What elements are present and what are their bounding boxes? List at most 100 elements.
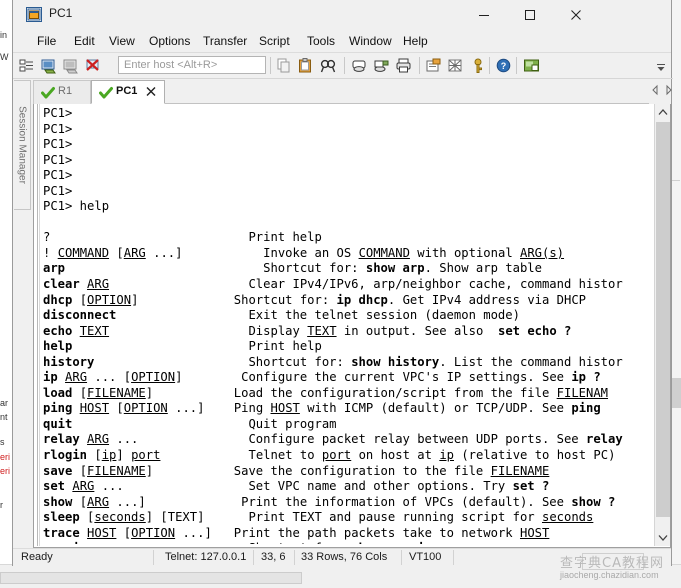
terminal-text: ip — [102, 448, 117, 462]
key-icon[interactable] — [469, 57, 487, 75]
status-divider — [253, 550, 254, 565]
session-options-icon[interactable] — [425, 57, 443, 75]
background-scroll-tick — [671, 180, 680, 181]
terminal-text: PC1> — [43, 153, 72, 167]
menu-item-transfer[interactable]: Transfer — [197, 33, 253, 49]
toolbar-separator — [270, 57, 271, 74]
tab-scroll-prev-icon[interactable] — [650, 83, 660, 95]
terminal-text: OPTION — [131, 370, 175, 384]
paste-icon[interactable] — [297, 57, 315, 75]
emulation-mode: VT100 — [409, 551, 441, 563]
scroll-up-icon[interactable] — [655, 104, 671, 121]
terminal-text: relay — [43, 432, 80, 446]
terminal-text: ip — [439, 448, 454, 462]
host-input[interactable]: Enter host <Alt+R> — [118, 56, 266, 74]
terminal-text: ? Print help — [43, 230, 322, 244]
terminal-line: dhcp [OPTION] Shortcut for: ip dhcp. Get… — [43, 293, 653, 309]
disconnect-icon[interactable] — [84, 57, 102, 75]
terminal-text: OPTION — [131, 526, 175, 540]
terminal-text: Shortcut for: — [65, 261, 366, 275]
terminal-text: PC1> — [43, 106, 72, 120]
connect-session-icon[interactable] — [40, 57, 58, 75]
terminal-screen[interactable]: PC1>PC1>PC1>PC1>PC1>PC1>PC1> help ? Prin… — [43, 106, 653, 544]
toolbar-separator — [516, 57, 517, 74]
menu-item-script[interactable]: Script — [253, 33, 296, 49]
maximize-button[interactable] — [507, 0, 553, 29]
menu-item-edit[interactable]: Edit — [68, 33, 101, 49]
menu-item-options[interactable]: Options — [143, 33, 196, 49]
terminal-text: FILENAME — [87, 464, 146, 478]
terminal-text: on host at — [351, 448, 439, 462]
tab-scroll-next-icon[interactable] — [664, 83, 674, 95]
minimize-button[interactable] — [461, 0, 507, 29]
menu-item-help[interactable]: Help — [397, 33, 434, 49]
terminal-panel[interactable]: PC1>PC1>PC1>PC1>PC1>PC1>PC1> help ? Prin… — [33, 104, 671, 548]
print-screen-icon[interactable] — [351, 57, 369, 75]
terminal-text: (relative to host PC) — [454, 448, 615, 462]
screen-capture-icon[interactable] — [523, 57, 541, 75]
background-text: eri — [0, 466, 10, 476]
cursor-position: 33, 6 — [261, 551, 285, 563]
background-text: nt — [0, 412, 8, 422]
terminal-text: Clear IPv4/IPv6, arp/neighbor cache, com… — [109, 277, 623, 291]
terminal-text: ARG — [87, 495, 109, 509]
terminal-line: quit Quit program — [43, 417, 653, 433]
terminal-text: port — [131, 448, 160, 462]
toolbar-separator — [344, 57, 345, 74]
terminal-text: show history — [351, 355, 439, 369]
print-icon[interactable] — [395, 57, 413, 75]
status-text: Ready — [21, 551, 53, 563]
host-input-placeholder: Enter host <Alt+R> — [124, 59, 217, 71]
terminal-line: help Print help — [43, 339, 653, 355]
terminal-text: ...] Print the path packets take to netw… — [175, 526, 520, 540]
terminal-text: save — [43, 464, 72, 478]
terminal-line: PC1> help — [43, 199, 653, 215]
terminal-text: seconds — [542, 510, 593, 524]
tab-close-icon[interactable] — [145, 85, 157, 98]
terminal-text: ping — [43, 401, 72, 415]
reconnect-icon[interactable] — [62, 57, 80, 75]
terminal-text: HOST — [520, 526, 549, 540]
log-session-icon[interactable] — [373, 57, 391, 75]
terminal-line: PC1> — [43, 153, 653, 169]
terminal-text: [ — [109, 401, 124, 415]
terminal-line: load [FILENAME] Load the configuration/s… — [43, 386, 653, 402]
terminal-left-rule-2 — [39, 104, 40, 546]
scroll-down-icon[interactable] — [655, 529, 671, 546]
terminal-text: version — [43, 541, 94, 544]
terminal-text: ] Shortcut for: — [131, 293, 336, 307]
tab-pc1[interactable]: PC1 — [91, 80, 165, 104]
close-button[interactable] — [553, 0, 599, 29]
menu-item-view[interactable]: View — [103, 33, 141, 49]
terminal-scroll-thumb[interactable] — [656, 122, 670, 517]
help-icon[interactable]: ? — [495, 57, 513, 75]
sidebar-item-session-manager[interactable]: Session Manager — [14, 80, 31, 210]
terminal-line: clear ARG Clear IPv4/IPv6, arp/neighbor … — [43, 277, 653, 293]
terminal-text: ] Load the configuration/script from the… — [146, 386, 557, 400]
terminal-vertical-scrollbar[interactable] — [654, 104, 670, 546]
terminal-text: Shortcut for: — [94, 541, 351, 544]
global-options-icon[interactable] — [447, 57, 465, 75]
terminal-text: ARG — [87, 277, 109, 291]
session-manager-icon[interactable] — [18, 57, 36, 75]
tab-r1[interactable]: R1 — [33, 80, 91, 104]
terminal-text — [80, 432, 87, 446]
terminal-text: seconds — [94, 510, 145, 524]
terminal-line: set ARG ... Set VPC name and other optio… — [43, 479, 653, 495]
toolbar-overflow-icon[interactable] — [656, 60, 666, 72]
copy-icon[interactable] — [275, 57, 293, 75]
terminal-text: . List the command histor — [439, 355, 622, 369]
terminal-line: ? Print help — [43, 230, 653, 246]
terminal-line: rlogin [ip] port Telnet to port on host … — [43, 448, 653, 464]
terminal-line: PC1> — [43, 106, 653, 122]
menu-item-tools[interactable]: Tools — [301, 33, 341, 49]
terminal-text: show ? — [571, 495, 615, 509]
terminal-text: dhcp — [43, 293, 72, 307]
menu-item-file[interactable]: File — [31, 33, 62, 49]
menu-item-window[interactable]: Window — [343, 33, 398, 49]
terminal-text: clear — [43, 277, 80, 291]
find-icon[interactable] — [319, 57, 337, 75]
terminal-text: Shortcut for: — [94, 355, 351, 369]
background-text: ar — [0, 398, 8, 408]
terminal-text: . Show arp table — [425, 261, 542, 275]
